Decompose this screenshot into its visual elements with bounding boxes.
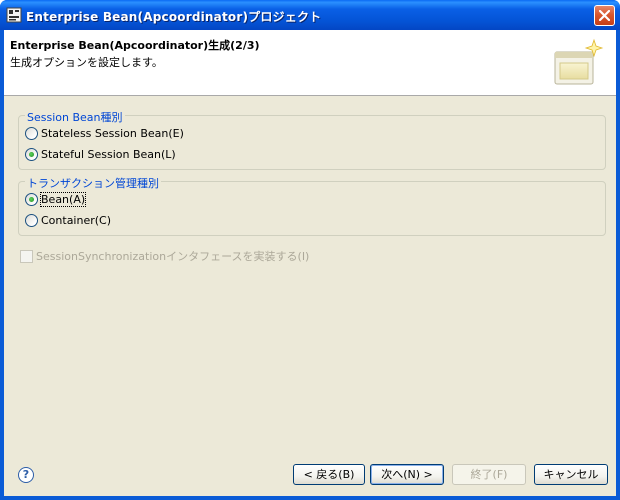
app-icon xyxy=(6,7,22,23)
radio-stateful[interactable]: Stateful Session Bean(L) xyxy=(25,146,176,162)
radio-bean[interactable]: Bean(A) xyxy=(25,191,87,207)
wizard-banner-icon xyxy=(554,38,604,85)
session-sync-checkbox-row[interactable]: SessionSynchronizationインタフェースを実装する(I) xyxy=(20,248,309,264)
radio-button[interactable] xyxy=(25,213,38,227)
session-sync-label: SessionSynchronizationインタフェースを実装する(I) xyxy=(36,250,310,263)
banner-message: 生成オプションを設定します。 xyxy=(10,56,163,69)
window-title: Enterprise Bean(Apcoordinator)プロジェクト xyxy=(26,10,322,24)
session-bean-type-legend: Session Bean種別 xyxy=(25,109,125,125)
radio-container-label: Container(C) xyxy=(41,213,112,227)
banner-title: Enterprise Bean(Apcoordinator)生成(2/3) xyxy=(10,39,260,52)
transaction-type-legend: トランザクション管理種別 xyxy=(25,175,161,191)
back-button[interactable]: < 戻る(B) xyxy=(293,464,365,485)
radio-container[interactable]: Container(C) xyxy=(25,212,111,228)
title-bar[interactable]: Enterprise Bean(Apcoordinator)プロジェクト xyxy=(0,0,620,30)
dialog-window: Enterprise Bean(Apcoordinator)プロジェクト Ent… xyxy=(0,0,620,500)
dialog-client-area: Enterprise Bean(Apcoordinator)生成(2/3) 生成… xyxy=(4,30,616,496)
radio-button-selected[interactable] xyxy=(25,192,38,206)
cancel-button[interactable]: キャンセル xyxy=(534,464,608,485)
wizard-banner: Enterprise Bean(Apcoordinator)生成(2/3) 生成… xyxy=(4,30,616,96)
close-icon xyxy=(599,10,610,21)
close-button[interactable] xyxy=(594,5,615,26)
radio-bean-label: Bean(A) xyxy=(39,191,87,207)
finish-button[interactable]: 終了(F) xyxy=(452,464,526,485)
radio-stateless-label: Stateless Session Bean(E) xyxy=(41,126,184,140)
radio-button-selected[interactable] xyxy=(25,147,38,161)
radio-stateless[interactable]: Stateless Session Bean(E) xyxy=(25,125,184,141)
radio-button[interactable] xyxy=(25,126,38,140)
transaction-type-group: トランザクション管理種別 Bean(A) Container(C) xyxy=(18,175,606,236)
session-sync-checkbox[interactable] xyxy=(20,249,33,263)
help-icon[interactable]: ? xyxy=(18,467,34,483)
next-button[interactable]: 次へ(N) > xyxy=(370,464,444,485)
radio-stateful-label: Stateful Session Bean(L) xyxy=(41,147,176,161)
session-bean-type-group: Session Bean種別 Stateless Session Bean(E)… xyxy=(18,109,606,170)
